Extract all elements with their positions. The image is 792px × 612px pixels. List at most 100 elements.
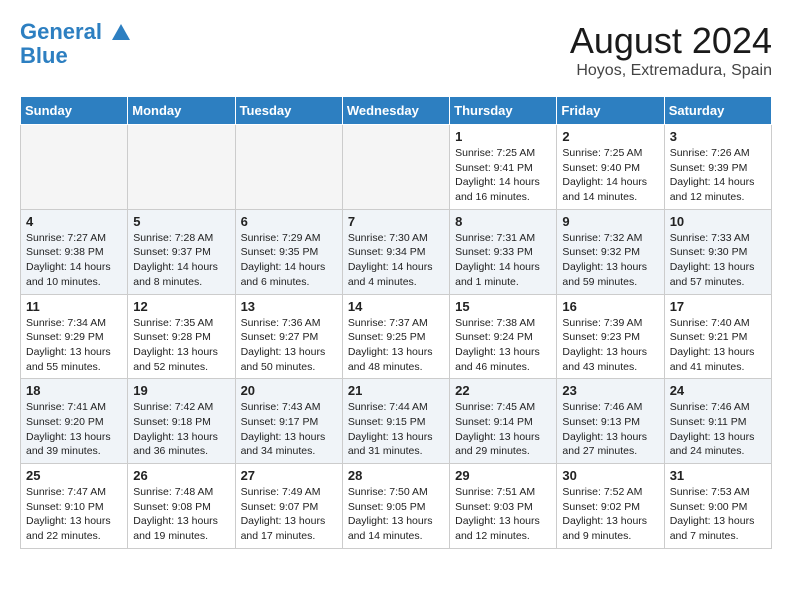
day-info: Sunrise: 7:35 AM Sunset: 9:28 PM Dayligh…: [133, 316, 229, 375]
weekday-header-wednesday: Wednesday: [342, 97, 449, 125]
calendar-cell: 31Sunrise: 7:53 AM Sunset: 9:00 PM Dayli…: [664, 464, 771, 549]
calendar-cell: 26Sunrise: 7:48 AM Sunset: 9:08 PM Dayli…: [128, 464, 235, 549]
calendar-cell: 12 Sunrise: 7:35 AM Sunset: 9:28 PM Dayli…: [128, 294, 235, 379]
calendar-week-3: 11 Sunrise: 7:34 AM Sunset: 9:29 PM Dayli…: [21, 294, 772, 379]
calendar-cell: 2Sunrise: 7:25 AM Sunset: 9:40 PM Daylig…: [557, 125, 664, 210]
weekday-header-thursday: Thursday: [450, 97, 557, 125]
calendar-cell: 4 Sunrise: 7:27 AM Sunset: 9:38 PM Daylig…: [21, 209, 128, 294]
day-info: Sunrise: 7:47 AM Sunset: 9:10 PM Dayligh…: [26, 485, 122, 544]
day-info: Sunrise: 7:33 AM Sunset: 9:30 PM Dayligh…: [670, 231, 766, 290]
day-number: 1: [455, 129, 551, 144]
calendar-week-4: 18 Sunrise: 7:41 AM Sunset: 9:20 PM Dayli…: [21, 379, 772, 464]
day-info: Sunrise: 7:28 AM Sunset: 9:37 PM Dayligh…: [133, 231, 229, 290]
day-number: 19: [133, 383, 229, 398]
day-number: 18: [26, 383, 122, 398]
calendar-cell: 30Sunrise: 7:52 AM Sunset: 9:02 PM Dayli…: [557, 464, 664, 549]
logo-icon: [110, 22, 132, 44]
weekday-header-friday: Friday: [557, 97, 664, 125]
calendar-cell: 27 Sunrise: 7:49 AM Sunset: 9:07 PM Dayli…: [235, 464, 342, 549]
day-number: 10: [670, 214, 766, 229]
day-info: Sunrise: 7:37 AM Sunset: 9:25 PM Dayligh…: [348, 316, 444, 375]
calendar-cell: [235, 125, 342, 210]
day-info: Sunrise: 7:45 AM Sunset: 9:14 PM Dayligh…: [455, 400, 551, 459]
day-number: 21: [348, 383, 444, 398]
day-info: Sunrise: 7:51 AM Sunset: 9:03 PM Dayligh…: [455, 485, 551, 544]
calendar-cell: 11 Sunrise: 7:34 AM Sunset: 9:29 PM Dayli…: [21, 294, 128, 379]
day-info: Sunrise: 7:30 AM Sunset: 9:34 PM Dayligh…: [348, 231, 444, 290]
calendar-cell: 25 Sunrise: 7:47 AM Sunset: 9:10 PM Dayli…: [21, 464, 128, 549]
calendar-cell: 16 Sunrise: 7:39 AM Sunset: 9:23 PM Dayli…: [557, 294, 664, 379]
day-info: Sunrise: 7:27 AM Sunset: 9:38 PM Dayligh…: [26, 231, 122, 290]
logo-text: General: [20, 20, 132, 44]
day-info: Sunrise: 7:49 AM Sunset: 9:07 PM Dayligh…: [241, 485, 337, 544]
calendar-cell: [128, 125, 235, 210]
day-number: 25: [26, 468, 122, 483]
day-number: 5: [133, 214, 229, 229]
calendar-cell: 3Sunrise: 7:26 AM Sunset: 9:39 PM Daylig…: [664, 125, 771, 210]
calendar-cell: 15 Sunrise: 7:38 AM Sunset: 9:24 PM Dayli…: [450, 294, 557, 379]
day-number: 8: [455, 214, 551, 229]
day-info: Sunrise: 7:25 AM Sunset: 9:40 PM Dayligh…: [562, 146, 658, 205]
calendar-cell: 17Sunrise: 7:40 AM Sunset: 9:21 PM Dayli…: [664, 294, 771, 379]
calendar-cell: 10 Sunrise: 7:33 AM Sunset: 9:30 PM Dayli…: [664, 209, 771, 294]
calendar-cell: [21, 125, 128, 210]
calendar-cell: 5 Sunrise: 7:28 AM Sunset: 9:37 PM Daylig…: [128, 209, 235, 294]
day-number: 23: [562, 383, 658, 398]
day-info: Sunrise: 7:34 AM Sunset: 9:29 PM Dayligh…: [26, 316, 122, 375]
day-info: Sunrise: 7:46 AM Sunset: 9:11 PM Dayligh…: [670, 400, 766, 459]
calendar-cell: 28 Sunrise: 7:50 AM Sunset: 9:05 PM Dayli…: [342, 464, 449, 549]
weekday-header-saturday: Saturday: [664, 97, 771, 125]
calendar-cell: 21 Sunrise: 7:44 AM Sunset: 9:15 PM Dayli…: [342, 379, 449, 464]
weekday-header-tuesday: Tuesday: [235, 97, 342, 125]
calendar-table: SundayMondayTuesdayWednesdayThursdayFrid…: [20, 96, 772, 549]
day-info: Sunrise: 7:44 AM Sunset: 9:15 PM Dayligh…: [348, 400, 444, 459]
day-number: 16: [562, 299, 658, 314]
day-info: Sunrise: 7:46 AM Sunset: 9:13 PM Dayligh…: [562, 400, 658, 459]
calendar-week-5: 25 Sunrise: 7:47 AM Sunset: 9:10 PM Dayli…: [21, 464, 772, 549]
day-info: Sunrise: 7:50 AM Sunset: 9:05 PM Dayligh…: [348, 485, 444, 544]
weekday-header-row: SundayMondayTuesdayWednesdayThursdayFrid…: [21, 97, 772, 125]
day-number: 24: [670, 383, 766, 398]
day-number: 9: [562, 214, 658, 229]
day-info: Sunrise: 7:31 AM Sunset: 9:33 PM Dayligh…: [455, 231, 551, 290]
day-number: 22: [455, 383, 551, 398]
title-block: August 2024 Hoyos, Extremadura, Spain: [570, 20, 772, 80]
calendar-week-1: 1 Sunrise: 7:25 AM Sunset: 9:41 PM Daylig…: [21, 125, 772, 210]
day-number: 12: [133, 299, 229, 314]
day-number: 7: [348, 214, 444, 229]
calendar-cell: 8 Sunrise: 7:31 AM Sunset: 9:33 PM Daylig…: [450, 209, 557, 294]
calendar-cell: 19 Sunrise: 7:42 AM Sunset: 9:18 PM Dayli…: [128, 379, 235, 464]
day-info: Sunrise: 7:53 AM Sunset: 9:00 PM Dayligh…: [670, 485, 766, 544]
calendar-cell: 20Sunrise: 7:43 AM Sunset: 9:17 PM Dayli…: [235, 379, 342, 464]
day-number: 14: [348, 299, 444, 314]
day-info: Sunrise: 7:40 AM Sunset: 9:21 PM Dayligh…: [670, 316, 766, 375]
location: Hoyos, Extremadura, Spain: [570, 62, 772, 80]
calendar-cell: 7 Sunrise: 7:30 AM Sunset: 9:34 PM Daylig…: [342, 209, 449, 294]
day-info: Sunrise: 7:36 AM Sunset: 9:27 PM Dayligh…: [241, 316, 337, 375]
month-year: August 2024: [570, 20, 772, 62]
calendar-week-2: 4 Sunrise: 7:27 AM Sunset: 9:38 PM Daylig…: [21, 209, 772, 294]
day-info: Sunrise: 7:42 AM Sunset: 9:18 PM Dayligh…: [133, 400, 229, 459]
day-info: Sunrise: 7:32 AM Sunset: 9:32 PM Dayligh…: [562, 231, 658, 290]
day-number: 11: [26, 299, 122, 314]
calendar-cell: 23 Sunrise: 7:46 AM Sunset: 9:13 PM Dayli…: [557, 379, 664, 464]
calendar-cell: 22 Sunrise: 7:45 AM Sunset: 9:14 PM Dayli…: [450, 379, 557, 464]
day-number: 27: [241, 468, 337, 483]
day-number: 6: [241, 214, 337, 229]
day-info: Sunrise: 7:29 AM Sunset: 9:35 PM Dayligh…: [241, 231, 337, 290]
weekday-header-monday: Monday: [128, 97, 235, 125]
day-number: 29: [455, 468, 551, 483]
calendar-cell: [342, 125, 449, 210]
day-number: 15: [455, 299, 551, 314]
day-number: 28: [348, 468, 444, 483]
day-info: Sunrise: 7:38 AM Sunset: 9:24 PM Dayligh…: [455, 316, 551, 375]
day-number: 3: [670, 129, 766, 144]
day-info: Sunrise: 7:39 AM Sunset: 9:23 PM Dayligh…: [562, 316, 658, 375]
calendar-cell: 1 Sunrise: 7:25 AM Sunset: 9:41 PM Daylig…: [450, 125, 557, 210]
day-number: 4: [26, 214, 122, 229]
day-info: Sunrise: 7:41 AM Sunset: 9:20 PM Dayligh…: [26, 400, 122, 459]
day-info: Sunrise: 7:25 AM Sunset: 9:41 PM Dayligh…: [455, 146, 551, 205]
day-info: Sunrise: 7:43 AM Sunset: 9:17 PM Dayligh…: [241, 400, 337, 459]
day-number: 13: [241, 299, 337, 314]
page-header: General Blue August 2024 Hoyos, Extremad…: [20, 20, 772, 80]
